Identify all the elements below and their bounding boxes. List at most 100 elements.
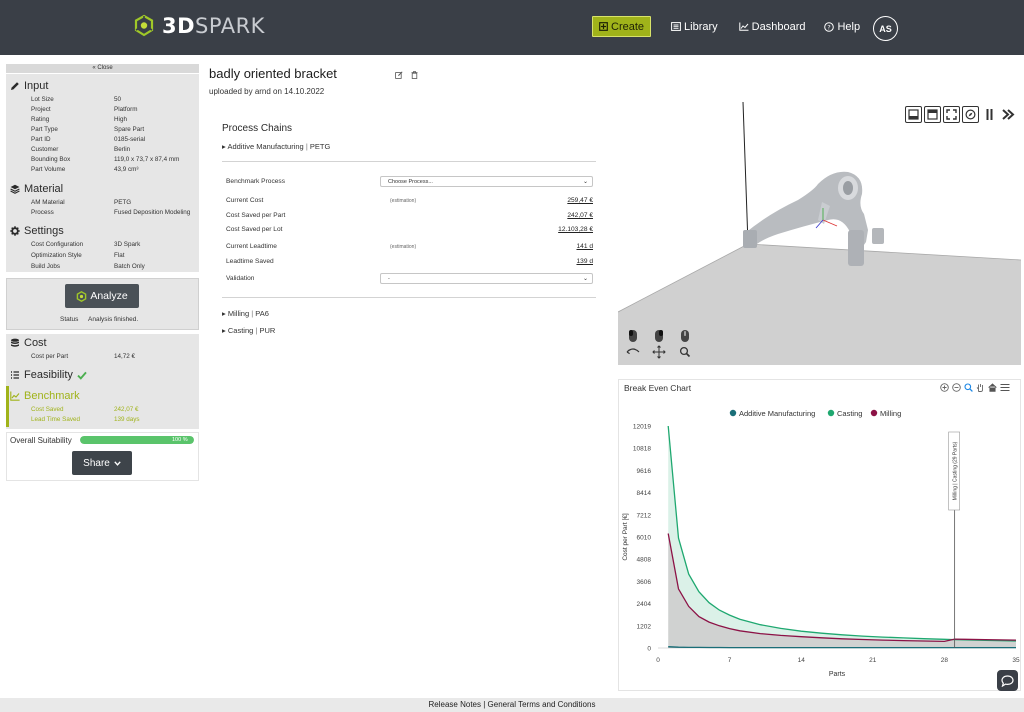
metric-label: Cost Saved per Part	[226, 212, 286, 219]
pause-button[interactable]	[981, 106, 998, 123]
input-title: Input	[24, 80, 49, 92]
divider	[222, 161, 596, 162]
kv-value: Berlin	[114, 146, 131, 153]
suitability-label: Overall Suitability	[10, 436, 72, 445]
chain-additive-manufacturing[interactable]: ▸ Additive Manufacturing | PETG	[222, 142, 330, 151]
cost-section-title[interactable]: Cost	[10, 337, 47, 349]
nav-dashboard[interactable]: Dashboard	[738, 20, 806, 33]
kv-label: Part ID	[31, 136, 51, 143]
legend-marker	[729, 409, 737, 417]
kv-value: 0185-serial	[114, 136, 146, 143]
chain-casting[interactable]: ▸ Casting | PUR	[222, 326, 275, 335]
dashboard-label: Dashboard	[751, 20, 806, 33]
break-even-chart[interactable]: Additive Manufacturing Casting Milling 0 120…	[618, 398, 1021, 683]
kv-value: 3D Spark	[114, 241, 141, 248]
collapse-viewer-button[interactable]	[1000, 106, 1017, 123]
material-section-title: Material	[10, 183, 63, 195]
selection-zoom-icon[interactable]	[964, 383, 973, 392]
validation-select[interactable]: - ⌄	[380, 273, 593, 284]
trash-icon[interactable]	[411, 71, 418, 79]
view-bottom-button[interactable]	[905, 106, 922, 123]
kv-value: Spare Part	[114, 126, 145, 133]
menu-icon[interactable]	[1000, 383, 1010, 392]
status-value: Analysis finished.	[88, 316, 139, 323]
close-label: Close	[97, 65, 113, 71]
kv-label: Customer	[31, 146, 59, 153]
nav-library[interactable]: Library	[671, 21, 718, 33]
kv-label: Part Type	[31, 126, 58, 133]
y-tick-label: 12019	[633, 424, 651, 431]
y-tick-label: 2404	[637, 601, 652, 608]
zoom-in-icon[interactable]	[940, 383, 949, 392]
pan-hand-icon[interactable]	[976, 383, 985, 392]
panel-bottom-icon	[908, 109, 919, 120]
kv-label: Cost Configuration	[31, 241, 84, 248]
spark-logo-icon	[134, 14, 154, 37]
layers-icon	[10, 184, 20, 194]
release-notes-link[interactable]: Release Notes	[429, 700, 481, 709]
series-area	[668, 426, 1016, 648]
x-tick-label: 28	[941, 657, 949, 664]
y-tick-label: 8414	[637, 490, 652, 497]
y-tick-label: 3606	[637, 579, 652, 586]
pause-icon	[986, 109, 993, 120]
analyze-label: Analyze	[90, 290, 128, 302]
expand-icon	[946, 109, 957, 120]
home-icon[interactable]	[988, 383, 997, 392]
y-tick-label: 10818	[633, 446, 651, 453]
feasibility-section-title[interactable]: Feasibility	[10, 369, 87, 381]
logo[interactable]: 3DSPARK	[132, 14, 265, 38]
chain-milling[interactable]: ▸ Milling | PA6	[222, 309, 269, 318]
area-chart-icon	[10, 391, 20, 401]
top-navigation-bar: 3DSPARK Create Library Dashboard ? Help …	[0, 0, 1024, 55]
3d-viewer[interactable]	[618, 102, 1021, 365]
share-button[interactable]: Share	[72, 451, 132, 475]
kv-label: Cost Saved	[31, 406, 64, 413]
kv-value: 14,72 €	[114, 353, 136, 360]
metric-note: (estimation)	[390, 198, 417, 204]
create-button[interactable]: Create	[592, 16, 652, 37]
chart-toolbar	[940, 383, 1010, 392]
y-tick-label: 1202	[637, 623, 652, 630]
brand-spark: SPARK	[195, 14, 265, 38]
orientation-button[interactable]	[962, 106, 979, 123]
validation-label: Validation	[226, 275, 255, 282]
edit-icon[interactable]	[395, 71, 403, 79]
kv-value: 242,07 €	[114, 406, 139, 413]
footer: Release Notes | General Terms and Condit…	[0, 698, 1024, 712]
x-tick-label: 21	[869, 657, 877, 664]
suitability-percent: 100 %	[172, 437, 188, 443]
metric-value: 12.103,28 €	[558, 226, 593, 233]
terms-link[interactable]: General Terms and Conditions	[488, 700, 596, 709]
kv-value: 139 days	[114, 416, 140, 423]
chevron-down-icon: ⌄	[582, 276, 588, 282]
analyze-button[interactable]: Analyze	[65, 284, 139, 308]
panel-top-icon	[927, 109, 938, 120]
line-chart-icon	[738, 22, 749, 31]
y-tick-label: 9616	[637, 468, 652, 475]
y-tick-label: 6010	[637, 534, 652, 541]
metric-label: Current Cost	[226, 197, 264, 204]
process-chains-title: Process Chains	[222, 123, 293, 134]
close-sidebar-button[interactable]: « Close	[6, 64, 199, 73]
3d-scene[interactable]	[618, 102, 1021, 365]
chain-name: Casting	[227, 326, 254, 335]
input-section-title: Input	[10, 80, 48, 92]
help-icon: ?	[824, 21, 835, 32]
zoom-out-icon[interactable]	[952, 383, 961, 392]
mouse-controls-hints	[626, 328, 692, 360]
mouse-rotate-icon	[626, 330, 640, 355]
nav-help[interactable]: ? Help	[824, 21, 860, 33]
y-tick-label: 7212	[637, 512, 652, 519]
user-avatar[interactable]: AS	[873, 16, 898, 41]
x-tick-label: 35	[1012, 657, 1020, 664]
chain-name: Milling	[227, 309, 250, 318]
benchmark-process-select[interactable]: Choose Process... ⌄	[380, 176, 593, 187]
metric-value: 139 d	[576, 258, 593, 265]
view-top-button[interactable]	[924, 106, 941, 123]
benchmark-section-title[interactable]: Benchmark	[10, 390, 80, 402]
chat-button[interactable]	[997, 670, 1018, 691]
pencil-icon	[11, 82, 19, 90]
metric-value: 141 d	[576, 243, 593, 250]
fit-view-button[interactable]	[943, 106, 960, 123]
